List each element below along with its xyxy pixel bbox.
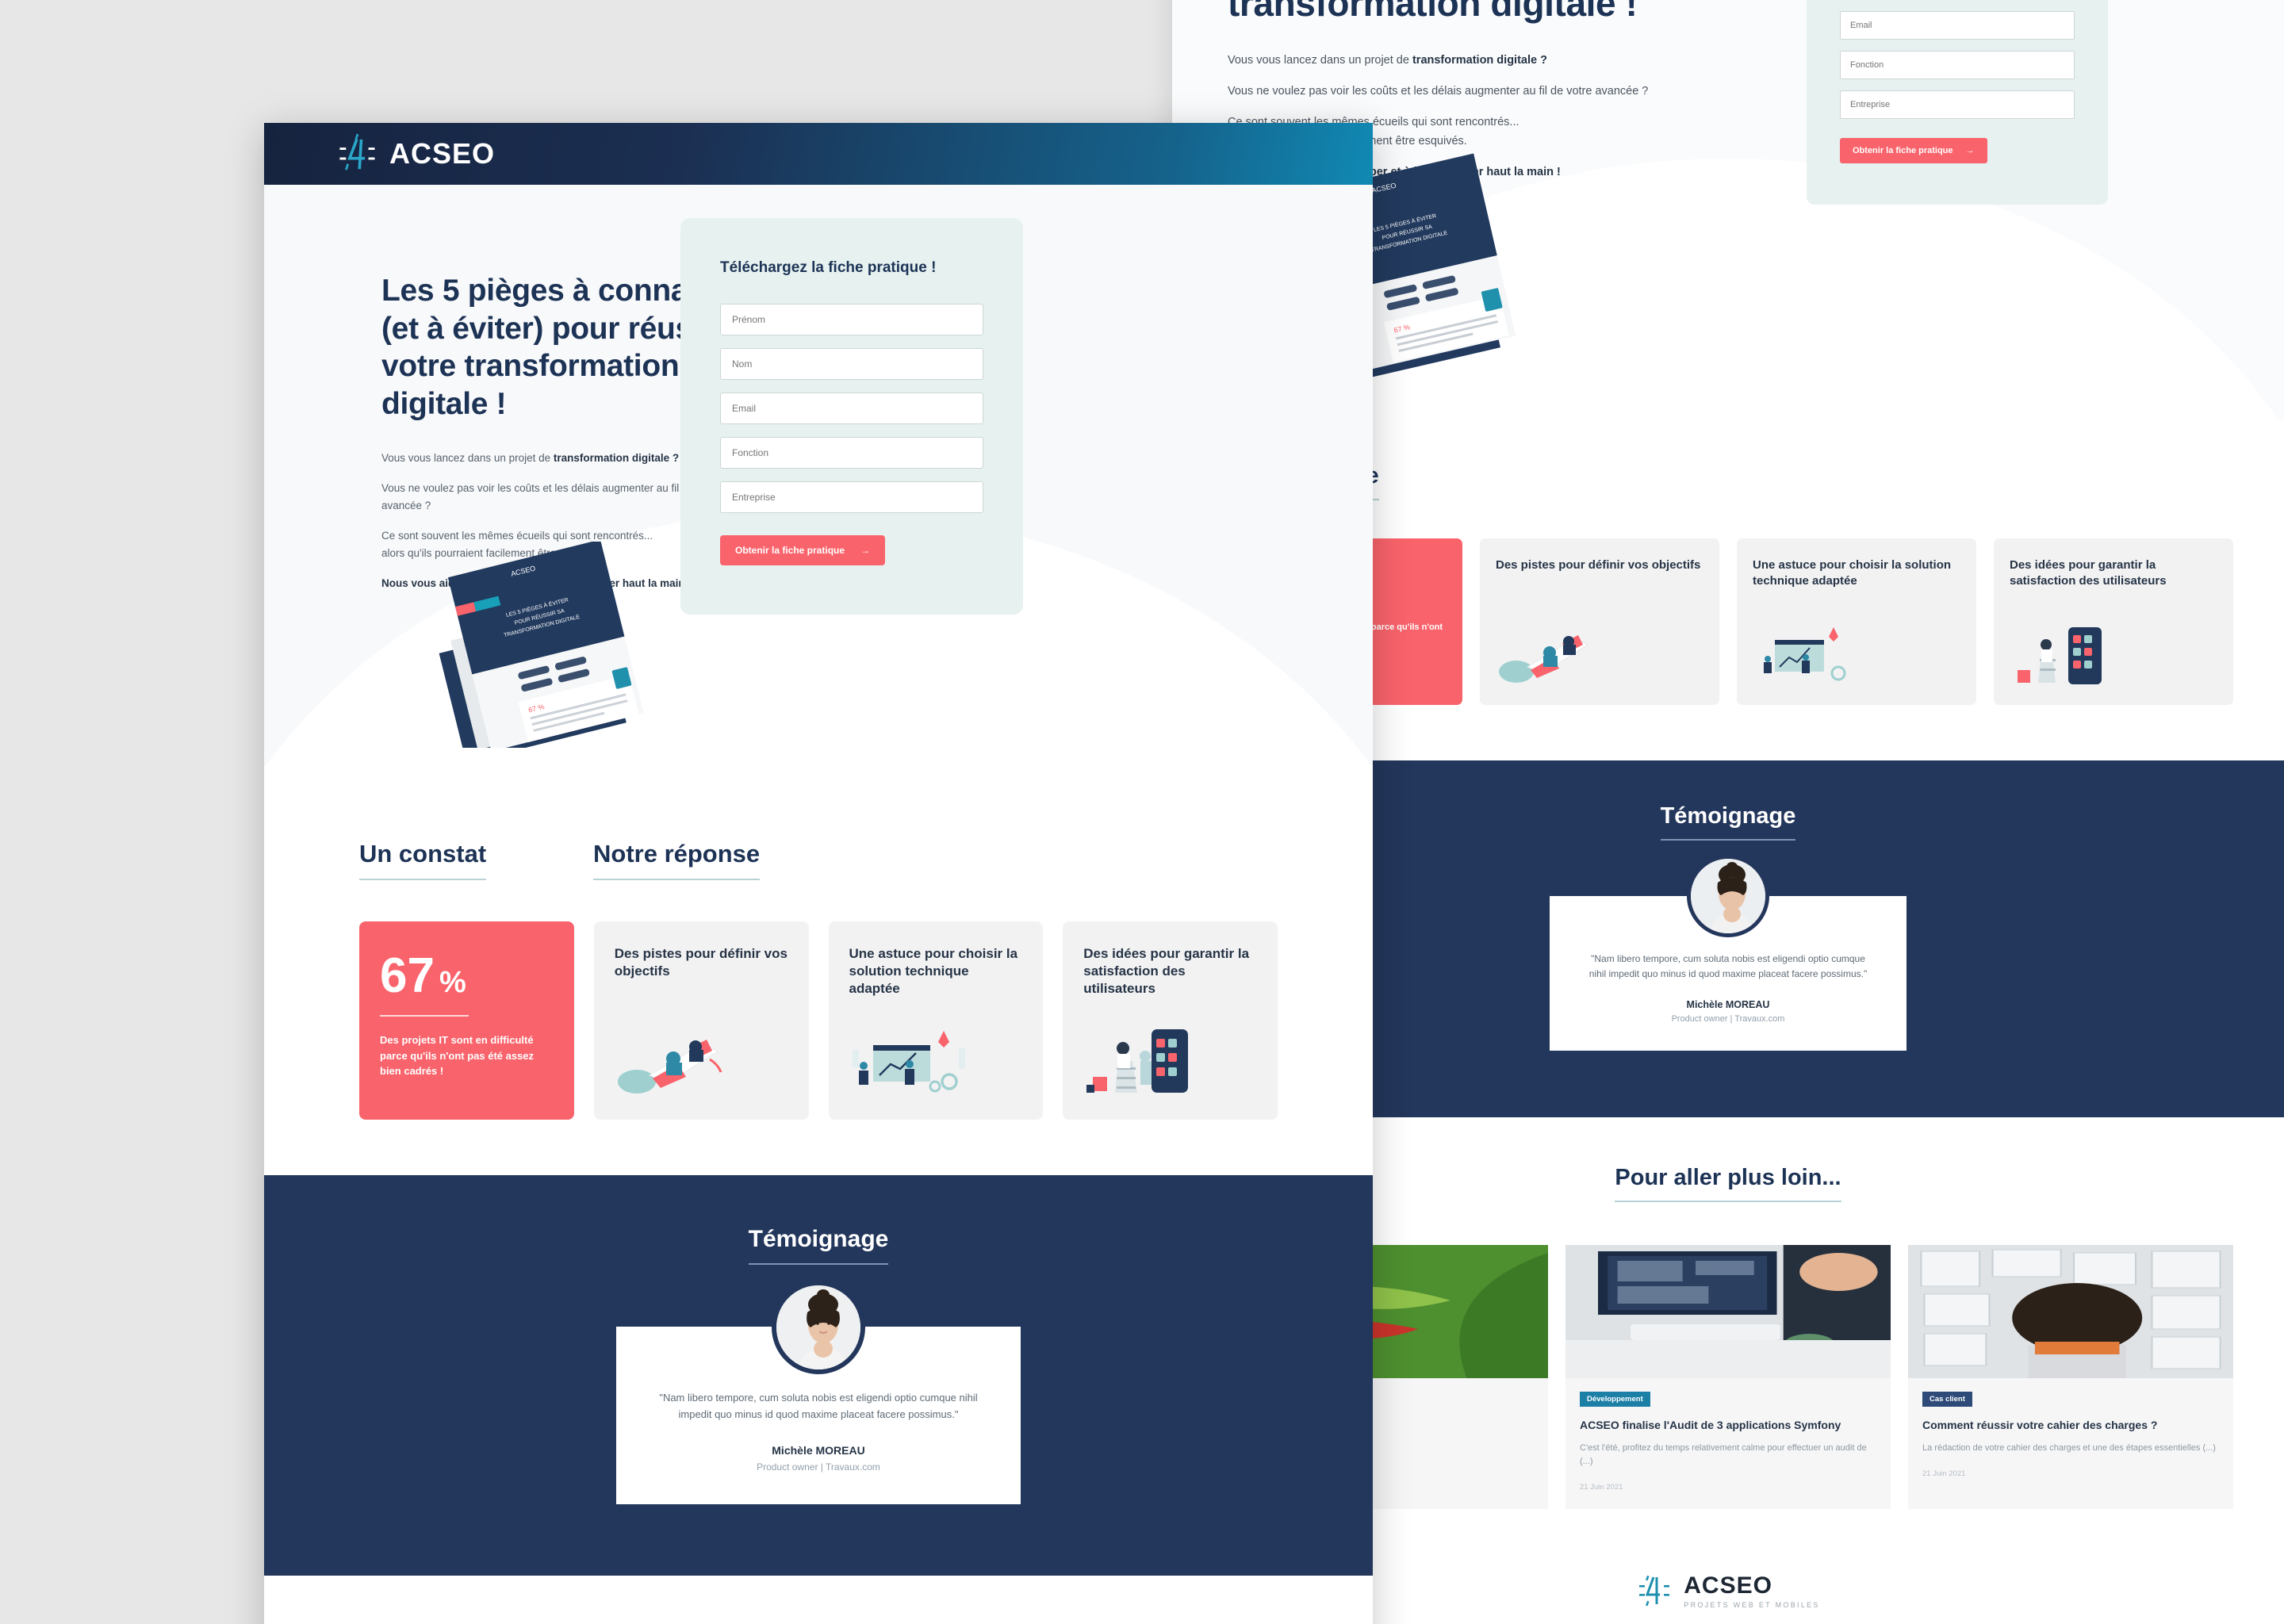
- bg-blog-card-2-title: ACSEO finalise l'Audit de 3 applications…: [1580, 1419, 1841, 1432]
- arrow-right-icon: →: [1965, 146, 1975, 155]
- mobile-app-illustration: [1083, 1028, 1257, 1096]
- bg-submit-button[interactable]: Obtenir la fiche pratique →: [1840, 138, 1987, 163]
- submit-button-label: Obtenir la fiche pratique: [735, 545, 845, 556]
- bg-plus-loin-title: Pour aller plus loin...: [1615, 1165, 1841, 1203]
- avatar: [772, 1281, 865, 1374]
- reponse-card-1: Des pistes pour définir vos objectifs: [593, 921, 809, 1120]
- bg-blog-card-3[interactable]: Cas client Comment réussir votre cahier …: [1908, 1245, 2233, 1510]
- bg-blog-card-2-badge: Développement: [1580, 1392, 1650, 1408]
- hero-para1-lead: Vous vous lancez dans un projet de: [381, 452, 554, 465]
- bg-reponse-card-1-title: Des pistes pour définir vos objectifs: [1496, 558, 1701, 572]
- ebook-mockup-illustration: ACSEO LES 5 PIÈGES À ÉVITER POUR RÉUSSIR…: [423, 542, 669, 748]
- stat-description: Des projets IT sont en difficulté parce …: [380, 1034, 535, 1077]
- bg-blog-card-3-title: Comment réussir votre cahier des charges…: [1922, 1419, 2158, 1432]
- bg-download-form[interactable]: Téléchargez la fiche pratique ! Obtenir …: [1807, 0, 2108, 205]
- bg-input-entreprise[interactable]: [1840, 90, 2075, 119]
- bg-reponse-card-3: Des idées pour garantir la satisfaction …: [1994, 538, 2233, 705]
- submit-button[interactable]: Obtenir la fiche pratique →: [720, 535, 886, 565]
- testimonial-quote: "Nam libero tempore, cum soluta nobis es…: [659, 1392, 978, 1420]
- site-header: ACSEO: [264, 123, 1373, 185]
- stat-unit: %: [439, 966, 466, 999]
- constat-stat-card: 67% Des projets IT sont en difficulté pa…: [359, 921, 574, 1120]
- hero-para3-l1: Ce sont souvent les mêmes écueils qui so…: [381, 529, 653, 542]
- stat-number: 67: [380, 948, 435, 1003]
- testimonial-card: "Nam libero tempore, cum soluta nobis es…: [616, 1281, 1021, 1504]
- reponse-card-3-title: Des idées pour garantir la satisfaction …: [1083, 946, 1250, 997]
- hero-para1-bold: transformation digitale ?: [553, 452, 680, 465]
- reponse-section: Un constat Notre réponse 67% Des projets…: [264, 795, 1373, 1175]
- reponse-card-3: Des idées pour garantir la satisfaction …: [1063, 921, 1278, 1120]
- fonction-field[interactable]: [720, 437, 983, 469]
- bg-footer-logo-tagline: PROJETS WEB ET MOBILES: [1684, 1601, 1820, 1610]
- section-titles-row: Un constat Notre réponse: [359, 840, 1278, 880]
- bg-testimonial-card: "Nam libero tempore, cum soluta nobis es…: [1550, 855, 1907, 1051]
- developer-desk-photo: [1565, 1245, 1891, 1379]
- bg-reponse-card-3-title: Des idées pour garantir la satisfaction …: [2010, 558, 2167, 588]
- bg-footer-logo-text: ACSEO: [1684, 1572, 1772, 1599]
- reponse-title: Notre réponse: [593, 840, 761, 880]
- bg-blog-card-2-excerpt: C'est l'été, profitez du temps relativem…: [1580, 1443, 1867, 1467]
- reponse-card-2-title: Une astuce pour choisir la solution tech…: [849, 946, 1018, 997]
- reponse-card-2: Une astuce pour choisir la solution tech…: [828, 921, 1044, 1120]
- form-title: Téléchargez la fiche pratique !: [720, 259, 937, 276]
- bg-para1-bold: transformation digitale ?: [1412, 54, 1547, 67]
- bg-reponse-card-2: Une astuce pour choisir la solution tech…: [1737, 538, 1976, 705]
- man-wall-notes-photo: [1908, 1245, 2233, 1379]
- bg-blog-card-2-date: 21 Juin 2021: [1580, 1483, 1623, 1492]
- bg-input-email[interactable]: [1840, 11, 2075, 40]
- dashboard-team-illustration: [849, 1028, 1023, 1096]
- rocket-people-illustration: [615, 1028, 788, 1096]
- testimonial-author: Michèle MOREAU: [772, 1443, 865, 1457]
- testimonial-role: Product owner | Travaux.com: [757, 1461, 880, 1473]
- reponse-card-1-title: Des pistes pour définir vos objectifs: [614, 946, 788, 979]
- avatar: [1687, 855, 1769, 937]
- dashboard-team-illustration: [1753, 624, 1960, 686]
- screenshot-stage: Les 5 pièges à connaître (et à éviter) p…: [0, 0, 2284, 1624]
- testimonial-section: Témoignage "Nam libero tempore, cum solu…: [264, 1175, 1373, 1576]
- bg-blog-card-3-date: 21 Juin 2021: [1922, 1469, 1966, 1479]
- bg-blog-cards: ojet PHP 1 rimer des bugs, alors tre (..…: [1206, 1245, 2233, 1510]
- bg-testimonial-title: Témoignage: [1660, 803, 1796, 841]
- bg-testimonial-quote: "Nam libero tempore, cum soluta nobis es…: [1588, 953, 1868, 980]
- entreprise-field[interactable]: [720, 481, 983, 513]
- download-form[interactable]: Téléchargez la fiche pratique ! Obtenir …: [680, 218, 1023, 615]
- cards-row: 67% Des projets IT sont en difficulté pa…: [359, 921, 1278, 1120]
- nom-field[interactable]: [720, 348, 983, 380]
- acseo-mark-icon: [1639, 1576, 1670, 1607]
- email-field[interactable]: [720, 393, 983, 424]
- header-logo-text: ACSEO: [389, 137, 496, 170]
- bg-testimonial-role: Product owner | Travaux.com: [1671, 1014, 1785, 1025]
- rocket-people-illustration: [1496, 624, 1703, 686]
- bg-blog-card-3-excerpt: La rédaction de votre cahier des charges…: [1922, 1443, 2216, 1454]
- arrow-right-icon: →: [860, 545, 871, 556]
- bg-hero-title: Les 5 pièges à connaître (et à éviter) p…: [1228, 0, 1638, 24]
- bg-blog-card-2[interactable]: Développement ACSEO finalise l'Audit de …: [1565, 1245, 1891, 1510]
- stat-divider: [380, 1015, 469, 1017]
- bg-testimonial-author: Michèle MOREAU: [1686, 999, 1770, 1011]
- header-logo[interactable]: ACSEO: [337, 133, 495, 174]
- bg-input-fonction[interactable]: [1840, 51, 2075, 79]
- bg-blog-card-3-badge: Cas client: [1922, 1392, 1972, 1408]
- mobile-app-illustration: [2010, 624, 2217, 686]
- bg-para2: Vous ne voulez pas voir les coûts et les…: [1228, 85, 1649, 98]
- bg-para1-lead: Vous vous lancez dans un projet de: [1228, 54, 1412, 67]
- main-page-preview: ACSEO Les 5 pièges à connaître (et à évi…: [264, 123, 1373, 1624]
- stat-value: 67%: [380, 952, 554, 1001]
- testimonial-section-title: Témoignage: [748, 1226, 889, 1265]
- bg-reponse-card-2-title: Une astuce pour choisir la solution tech…: [1753, 558, 1952, 588]
- hero-section: Les 5 pièges à connaître (et à éviter) p…: [264, 185, 1373, 795]
- prenom-field[interactable]: [720, 304, 983, 335]
- constat-title: Un constat: [359, 840, 487, 880]
- acseo-mark-icon: [339, 133, 375, 170]
- bg-submit-label: Obtenir la fiche pratique: [1853, 146, 1953, 155]
- bg-reponse-cards: 67% Des projets IT sont en difficulté pa…: [1223, 538, 2233, 705]
- bg-reponse-card-1: Des pistes pour définir vos objectifs: [1480, 538, 1719, 705]
